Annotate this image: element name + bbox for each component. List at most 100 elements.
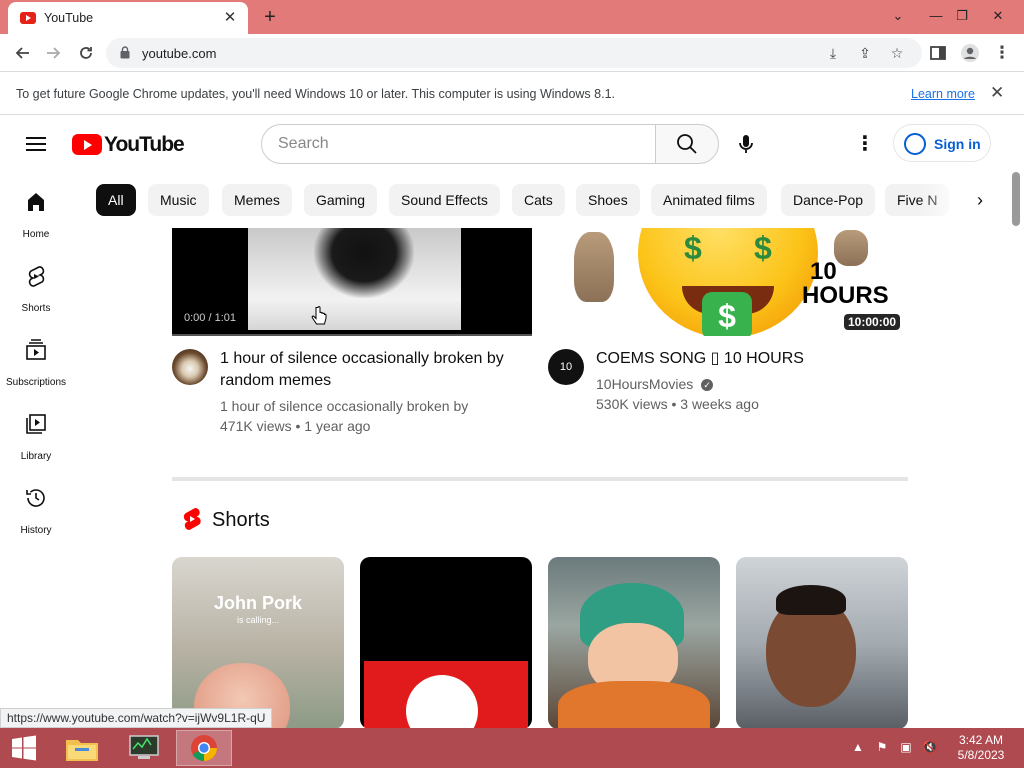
sidebar-item-library[interactable]: Library [0, 400, 72, 474]
browser-tab-strip: YouTube ✕ + ⌄ — ❐ ✕ [0, 0, 1024, 34]
section-divider [172, 477, 908, 481]
settings-kebab-icon[interactable]: ⋮ [852, 132, 878, 158]
update-infobar: To get future Google Chrome updates, you… [0, 71, 1024, 115]
youtube-favicon-icon [20, 12, 36, 24]
search-icon [677, 134, 697, 154]
learn-more-link[interactable]: Learn more [911, 87, 975, 101]
short-overlay-subtext: is calling... [236, 615, 280, 625]
shorts-title: Shorts [212, 509, 270, 531]
hair-image [776, 585, 846, 615]
dog-face-image [248, 228, 461, 330]
sidebar-label: Library [20, 451, 52, 462]
chip-animated-films[interactable]: Animated films [651, 184, 767, 216]
voice-search-button[interactable] [732, 130, 760, 158]
short-thumbnail[interactable] [360, 557, 532, 729]
player-progress-track [172, 334, 532, 336]
network-icon[interactable]: ▣ [898, 740, 914, 756]
infobar-message: To get future Google Chrome updates, you… [16, 87, 615, 101]
search-button[interactable] [655, 124, 719, 164]
side-panel-icon[interactable] [924, 39, 952, 67]
system-clock[interactable]: 3:42 AM 5/8/2023 [950, 733, 1012, 763]
tab-close-icon[interactable]: ✕ [220, 8, 240, 28]
volume-muted-icon[interactable]: 🔇 [922, 740, 938, 756]
window-close-button[interactable]: ✕ [984, 4, 1012, 28]
browser-tab-youtube[interactable]: YouTube ✕ [8, 2, 248, 34]
restore-button[interactable]: ❐ [948, 4, 976, 28]
tab-search-chevron-icon[interactable]: ⌄ [884, 4, 912, 28]
video-title[interactable]: COEMS SONG ▯ 10 HOURS [596, 348, 896, 370]
install-icon[interactable]: ⤓ [822, 42, 844, 64]
sidebar-item-subscriptions[interactable]: Subscriptions [0, 326, 72, 400]
duration-badge: 10:00:00 [844, 314, 901, 330]
taskbar-task-manager[interactable] [116, 730, 172, 766]
status-bubble-url: https://www.youtube.com/watch?v=ijWv9L1R… [0, 708, 273, 728]
forward-button[interactable] [40, 39, 68, 67]
filter-chips-bar: All Music Memes Gaming Sound Effects Cat… [96, 184, 1000, 216]
start-button[interactable] [0, 730, 48, 766]
subscriptions-icon [26, 339, 46, 360]
chip-all[interactable]: All [96, 184, 136, 216]
sidebar-item-history[interactable]: History [0, 474, 72, 548]
youtube-logo-text: YouTube [104, 133, 185, 156]
guide-sidebar: Home Shorts Subscriptions Library Histor… [0, 172, 72, 732]
back-button[interactable] [8, 39, 36, 67]
search-input[interactable] [278, 135, 638, 153]
video-thumbnail[interactable]: 0:00 / 1:01 [172, 228, 532, 336]
shorts-shelf-header: Shorts [182, 507, 270, 536]
sidebar-label: Home [22, 229, 50, 240]
shorts-icon [28, 266, 45, 287]
sign-in-button[interactable]: Sign in [893, 124, 991, 162]
minimize-button[interactable]: — [922, 4, 950, 28]
page-scrollbar[interactable] [1012, 172, 1020, 226]
profile-avatar-icon[interactable] [956, 39, 984, 67]
infobar-close-icon[interactable]: ✕ [990, 83, 1004, 103]
bookmark-star-icon[interactable]: ☆ [886, 42, 908, 64]
tray-overflow-chevron-icon[interactable]: ▲ [850, 740, 866, 756]
chip-dance-pop[interactable]: Dance-Pop [781, 184, 876, 216]
windows-taskbar: ▲ ⚑ ▣ 🔇 3:42 AM 5/8/2023 [0, 728, 1024, 768]
chip-memes[interactable]: Memes [222, 184, 292, 216]
windows-logo-icon [12, 735, 36, 761]
chip-gaming[interactable]: Gaming [304, 184, 378, 216]
youtube-logo[interactable]: YouTube [72, 133, 185, 156]
action-center-flag-icon[interactable]: ⚑ [874, 740, 890, 756]
channel-name[interactable]: 1 hour of silence occasionally broken by [220, 396, 520, 416]
player-time: 0:00 / 1:01 [184, 312, 236, 324]
channel-avatar[interactable] [172, 349, 208, 385]
chip-cats[interactable]: Cats [512, 184, 565, 216]
flag-image [364, 661, 528, 729]
chip-music[interactable]: Music [148, 184, 209, 216]
taskbar-file-explorer[interactable] [54, 730, 110, 766]
hand-cursor-icon [311, 306, 327, 325]
sidebar-label: Subscriptions [5, 377, 67, 388]
browser-toolbar: youtube.com ⤓ ⇪ ☆ ⋮ [0, 34, 1024, 71]
reload-button[interactable] [72, 39, 100, 67]
youtube-header: YouTube ⋮ Sign in [0, 116, 1010, 172]
hamburger-menu-icon[interactable] [24, 134, 48, 154]
sign-in-label: Sign in [934, 136, 981, 152]
chrome-menu-icon[interactable]: ⋮ [988, 39, 1016, 67]
short-thumbnail[interactable] [548, 557, 720, 729]
video-thumbnail[interactable]: $ $ $ 10 HOURS 10:00:00 [548, 228, 908, 336]
shorts-logo-icon [183, 507, 201, 531]
channel-avatar[interactable]: 10 [548, 349, 584, 385]
short-thumbnail[interactable] [736, 557, 908, 729]
sidebar-item-home[interactable]: Home [0, 178, 72, 252]
chip-sound-effects[interactable]: Sound Effects [389, 184, 500, 216]
sidebar-item-shorts[interactable]: Shorts [0, 252, 72, 326]
youtube-play-logo-icon [72, 134, 102, 155]
video-title[interactable]: 1 hour of silence occasionally broken by… [220, 348, 520, 392]
short-thumbnail[interactable]: John Pork is calling... [172, 557, 344, 729]
new-tab-button[interactable]: + [258, 5, 282, 29]
share-icon[interactable]: ⇪ [854, 42, 876, 64]
address-bar[interactable]: youtube.com ⤓ ⇪ ☆ [106, 38, 922, 68]
clock-time: 3:42 AM [958, 733, 1004, 747]
chips-fade [920, 184, 964, 216]
channel-name[interactable]: 10HoursMovies ✓ [596, 374, 714, 394]
search-box[interactable] [261, 124, 656, 164]
tab-title: YouTube [44, 11, 94, 25]
short-overlay-text: John Pork [213, 593, 302, 613]
taskbar-chrome[interactable] [176, 730, 232, 766]
chip-shoes[interactable]: Shoes [576, 184, 640, 216]
chips-next-chevron-icon[interactable]: › [964, 184, 996, 216]
